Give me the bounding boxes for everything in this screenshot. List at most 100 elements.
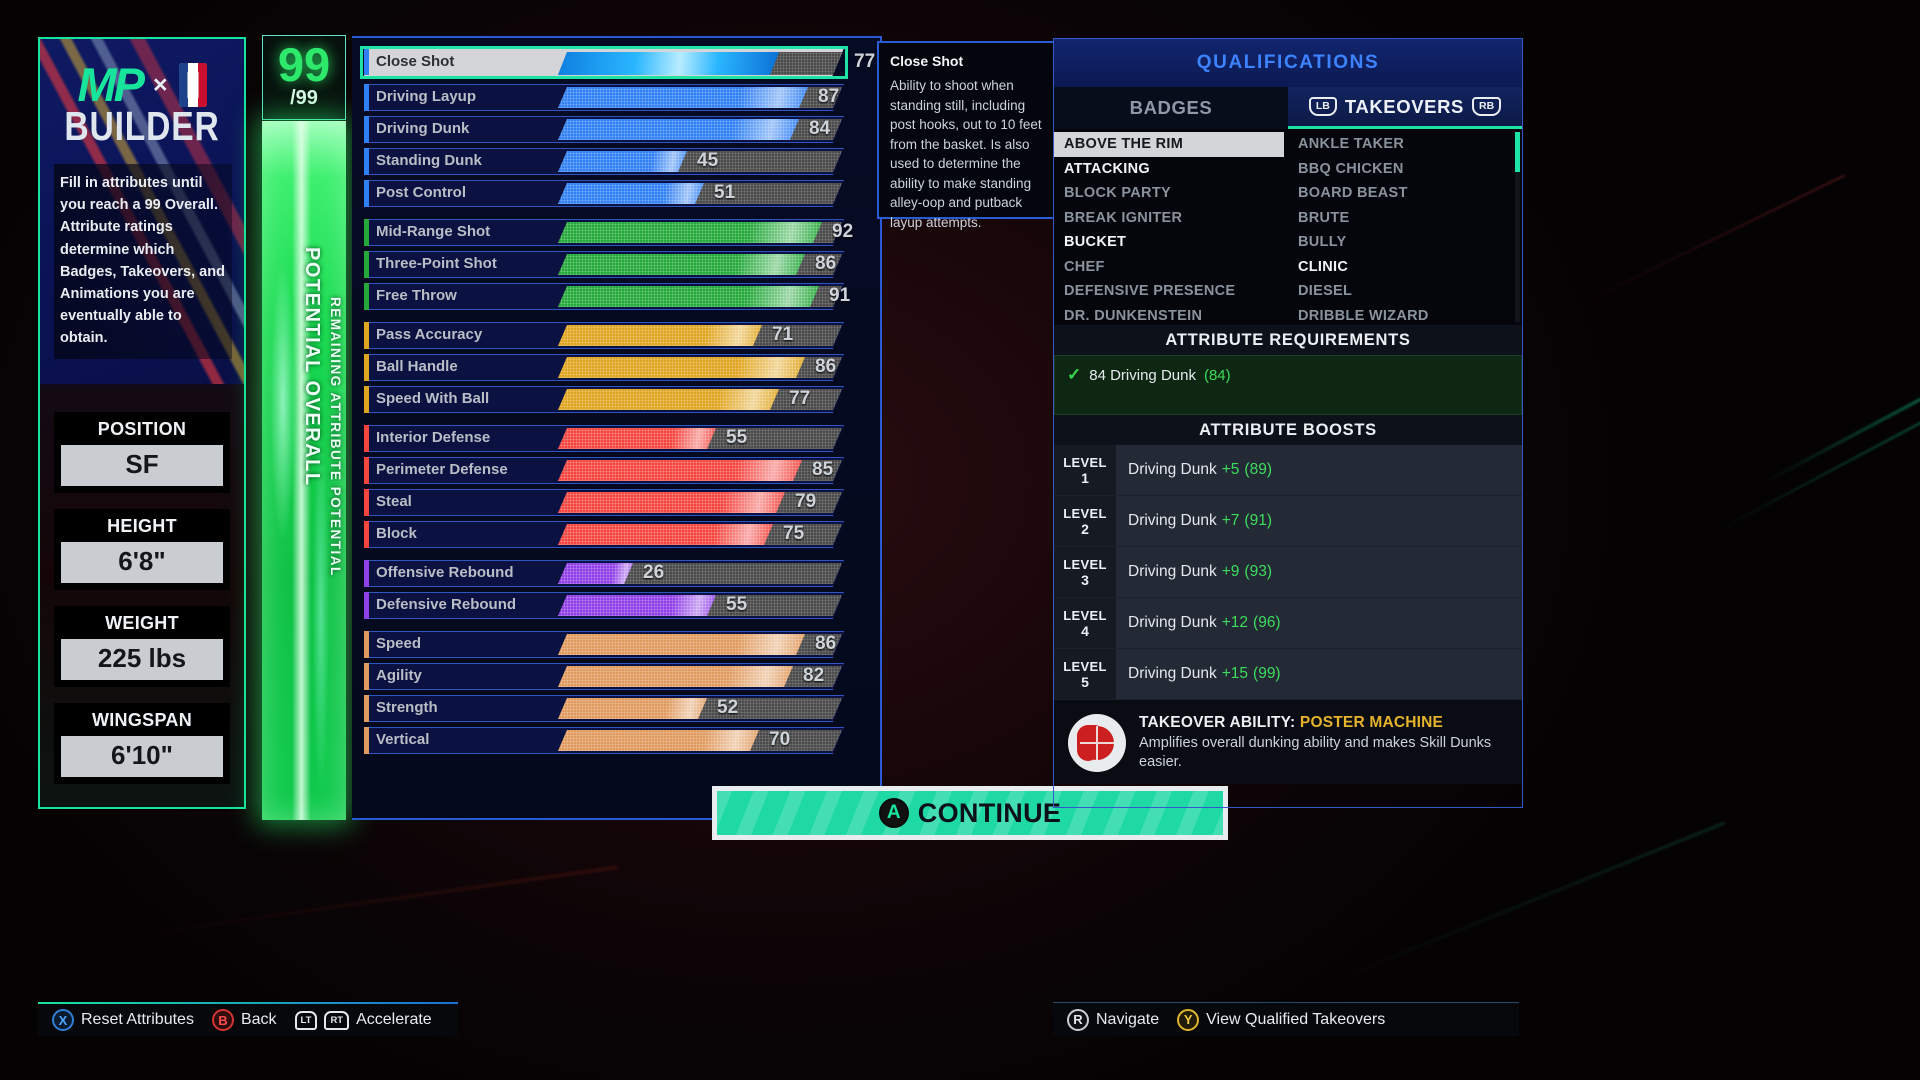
attribute-row[interactable]: Steal 79 [358,489,876,518]
tab-takeovers[interactable]: LB TAKEOVERS RB [1288,87,1522,129]
badge-list-item[interactable]: ATTACKING [1054,157,1288,182]
attribute-name: Standing Dunk [376,152,482,169]
tab-badges[interactable]: BADGES [1054,87,1288,129]
requirements-title: ATTRIBUTE REQUIREMENTS [1054,325,1522,355]
tooltip-title: Close Shot [890,53,964,69]
lb-bumper-icon: LB [1308,97,1337,116]
badge-list-item[interactable]: BLOCK PARTY [1054,181,1288,206]
attribute-row[interactable]: Free Throw 91 [358,283,876,312]
attribute-name: Free Throw [376,287,457,304]
attribute-row[interactable]: Ball Handle 86 [358,354,876,383]
attribute-name: Speed [376,635,422,652]
rb-bumper-icon: RB [1471,97,1502,116]
attribute-row[interactable]: Defensive Rebound 55 [358,592,876,621]
attribute-row[interactable]: Vertical 70 [358,727,876,756]
attribute-category-accent [364,251,369,278]
hint-label: View Qualified Takeovers [1206,1010,1386,1028]
attribute-row[interactable]: Driving Layup 87 [358,84,876,113]
attribute-boost-row: LEVEL 2 Driving Dunk +7 (91) [1054,496,1522,547]
hint-view-qualified-takeovers[interactable]: Y View Qualified Takeovers [1177,1008,1386,1031]
attribute-boosts-list: LEVEL 1 Driving Dunk +5 (89) LEVEL 2 Driving Du… [1054,445,1522,700]
takeover-basketball-icon [1068,714,1126,772]
badge-list-item[interactable]: DEFENSIVE PRESENCE [1054,279,1288,304]
attribute-category-accent [364,148,369,175]
attribute-bar-fill [558,389,779,410]
boost-delta: +5 [1221,461,1240,478]
check-icon: ✓ [1067,365,1082,384]
stat-value: 6'8" [61,542,223,583]
attribute-row[interactable]: Interior Defense 55 [358,425,876,454]
attribute-value: 79 [795,491,817,512]
takeover-list-item[interactable]: CLINIC [1288,255,1522,280]
attribute-boost-row: LEVEL 1 Driving Dunk +5 (89) [1054,445,1522,496]
boost-attribute: Driving Dunk [1128,563,1217,580]
takeover-list-item[interactable]: BOARD BEAST [1288,181,1522,206]
stat-weight[interactable]: WEIGHT 225 lbs [54,606,230,687]
list-scrollbar-thumb[interactable] [1515,132,1520,172]
attribute-category-accent [364,354,369,381]
boost-level-number: 4 [1081,622,1089,639]
stat-wingspan[interactable]: WINGSPAN 6'10" [54,703,230,784]
attribute-row[interactable]: Three-Point Shot 86 [358,251,876,280]
boost-detail-cell: Driving Dunk +12 (96) [1116,598,1522,648]
attribute-value: 86 [815,633,837,654]
attribute-value: 86 [815,356,837,377]
attribute-value: 92 [832,221,854,242]
attribute-row[interactable]: Pass Accuracy 71 [358,322,876,351]
badge-list-item[interactable]: DR. DUNKENSTEIN [1054,304,1288,329]
attribute-row[interactable]: Strength 52 [358,695,876,724]
takeover-list-item[interactable]: BRUTE [1288,206,1522,231]
footer-left-hints: X Reset Attributes B Back LT RT Accelera… [38,1002,458,1036]
attribute-row[interactable]: Block 75 [358,521,876,550]
boosts-title: ATTRIBUTE BOOSTS [1054,415,1522,445]
attribute-row[interactable]: Driving Dunk 84 [358,116,876,145]
takeover-list-item[interactable]: ANKLE TAKER [1288,132,1522,157]
attribute-row[interactable]: Standing Dunk 45 [358,148,876,177]
stat-height[interactable]: HEIGHT 6'8" [54,509,230,590]
badge-list-item[interactable]: CHEF [1054,255,1288,280]
attribute-row[interactable]: Speed With Ball 77 [358,386,876,415]
attribute-category-accent [364,560,369,587]
boost-level-number: 3 [1081,571,1089,588]
attribute-bar-fill [558,52,779,75]
badge-list-item[interactable]: BUCKET [1054,230,1288,255]
remaining-potential-label: REMAINING ATTRIBUTE POTENTIAL [328,297,343,577]
attribute-value: 91 [829,285,851,306]
hint-navigate[interactable]: R Navigate [1067,1008,1160,1031]
boost-result: (96) [1253,614,1281,631]
attribute-row[interactable]: Post Control 51 [358,180,876,209]
badge-list-item[interactable]: BREAK IGNITER [1054,206,1288,231]
attribute-bar-fill [558,183,704,204]
attribute-row[interactable]: Speed 86 [358,631,876,660]
attribute-row[interactable]: Agility 82 [358,663,876,692]
takeover-list-item[interactable]: DRIBBLE WIZARD [1288,304,1522,329]
attribute-row[interactable]: Close Shot 77 [358,46,876,81]
boost-attribute: Driving Dunk [1128,461,1217,478]
requirement-text: 84 Driving Dunk [1089,366,1196,384]
stat-position[interactable]: POSITION SF [54,412,230,493]
badge-list-item[interactable]: ABOVE THE RIM [1054,132,1284,157]
b-button-icon: B [211,1009,234,1031]
takeover-ability-box: TAKEOVER ABILITY: POSTER MACHINE Amplifi… [1054,700,1522,784]
attribute-category-accent [364,631,369,658]
attribute-category-accent [364,84,369,111]
hint-label: Navigate [1096,1010,1160,1028]
takeover-list-item[interactable]: BBQ CHICKEN [1288,157,1522,182]
takeover-list-item[interactable]: DIESEL [1288,279,1522,304]
builder-description: Fill in attributes until you reach a 99 … [54,164,232,360]
attribute-value: 51 [714,182,736,203]
attribute-boost-row: LEVEL 4 Driving Dunk +12 (96) [1054,598,1522,649]
right-stick-icon: R [1067,1008,1089,1031]
attribute-row[interactable]: Perimeter Defense 85 [358,457,876,486]
attribute-row[interactable]: Offensive Rebound 26 [358,560,876,589]
hint-accelerate[interactable]: LT RT Accelerate [294,1010,432,1030]
boost-attribute: Driving Dunk [1128,614,1217,631]
hint-reset-attributes[interactable]: X Reset Attributes [52,1009,194,1031]
stat-label: WINGSPAN [91,710,193,730]
takeover-list-item[interactable]: BULLY [1288,230,1522,255]
attribute-value: 77 [854,51,876,72]
qualifications-lists: ABOVE THE RIM ATTACKING BLOCK PARTY BREAK I… [1054,129,1522,325]
hint-back[interactable]: B Back [211,1009,277,1031]
qualifications-title: QUALIFICATIONS [1196,52,1380,73]
attribute-row[interactable]: Mid-Range Shot 92 [358,219,876,248]
